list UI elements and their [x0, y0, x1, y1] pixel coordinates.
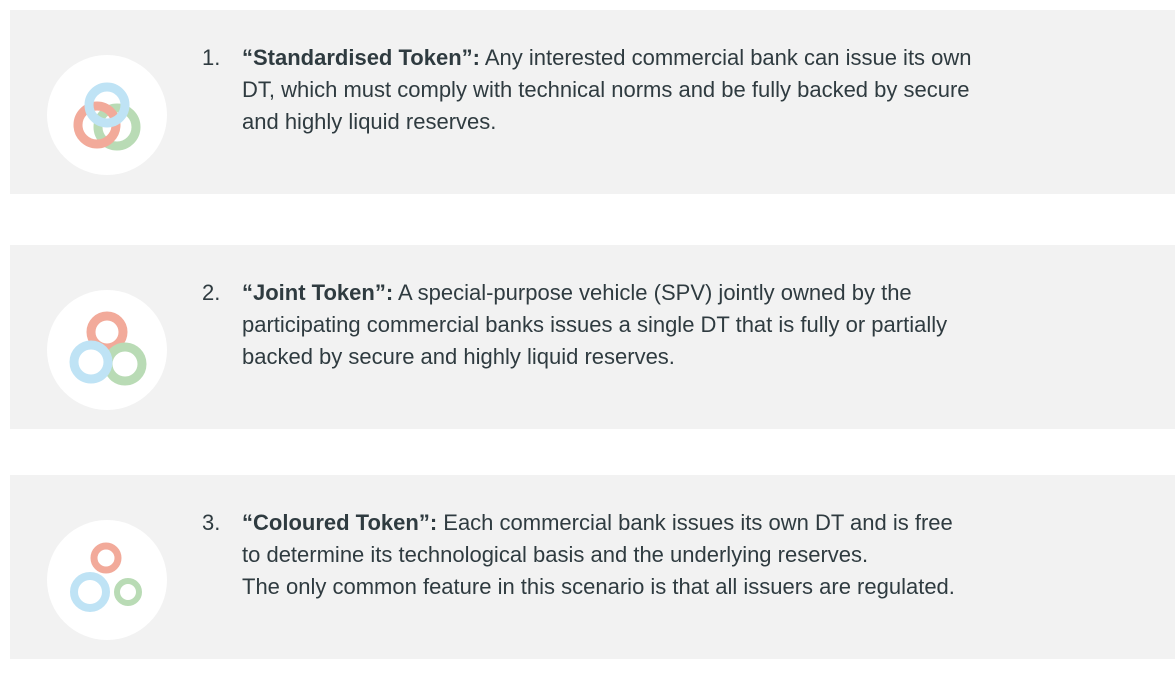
separate-rings-icon	[47, 520, 167, 640]
scenario-item-2: 2. “Joint Token”: A special-purpose vehi…	[202, 277, 1122, 373]
item-text: “Coloured Token”: Each commercial bank i…	[242, 507, 1122, 603]
scenario-card-coloured: 3. “Coloured Token”: Each commercial ban…	[10, 475, 1175, 659]
item-line: A special-purpose vehicle (SPV) jointly …	[393, 280, 912, 305]
interlinked-rings-icon	[47, 55, 167, 175]
item-line: participating commercial banks issues a …	[242, 312, 948, 337]
item-label: “Standardised Token”:	[242, 45, 480, 70]
scenario-item-3: 3. “Coloured Token”: Each commercial ban…	[202, 507, 1122, 603]
item-number: 3.	[202, 510, 221, 535]
overlapping-rings-icon	[47, 290, 167, 410]
item-number: 1.	[202, 45, 221, 70]
scenario-card-joint: 2. “Joint Token”: A special-purpose vehi…	[10, 245, 1175, 429]
item-label: “Coloured Token”:	[242, 510, 438, 535]
item-line: backed by secure and highly liquid reser…	[242, 344, 675, 369]
scenario-item-1: 1. “Standardised Token”: Any interested …	[202, 42, 1122, 138]
item-line: Each commercial bank issues its own DT a…	[437, 510, 953, 535]
item-line: DT, which must comply with technical nor…	[242, 77, 970, 102]
item-label: “Joint Token”:	[242, 280, 394, 305]
scenario-card-standardised: 1. “Standardised Token”: Any interested …	[10, 10, 1175, 194]
item-text: “Joint Token”: A special-purpose vehicle…	[242, 277, 1122, 373]
item-text: “Standardised Token”: Any interested com…	[242, 42, 1122, 138]
item-line: Any interested commercial bank can issue…	[479, 45, 972, 70]
item-line: The only common feature in this scenario…	[242, 574, 955, 599]
item-line: and highly liquid reserves.	[242, 109, 497, 134]
item-line: to determine its technological basis and…	[242, 542, 869, 567]
item-number: 2.	[202, 280, 221, 305]
